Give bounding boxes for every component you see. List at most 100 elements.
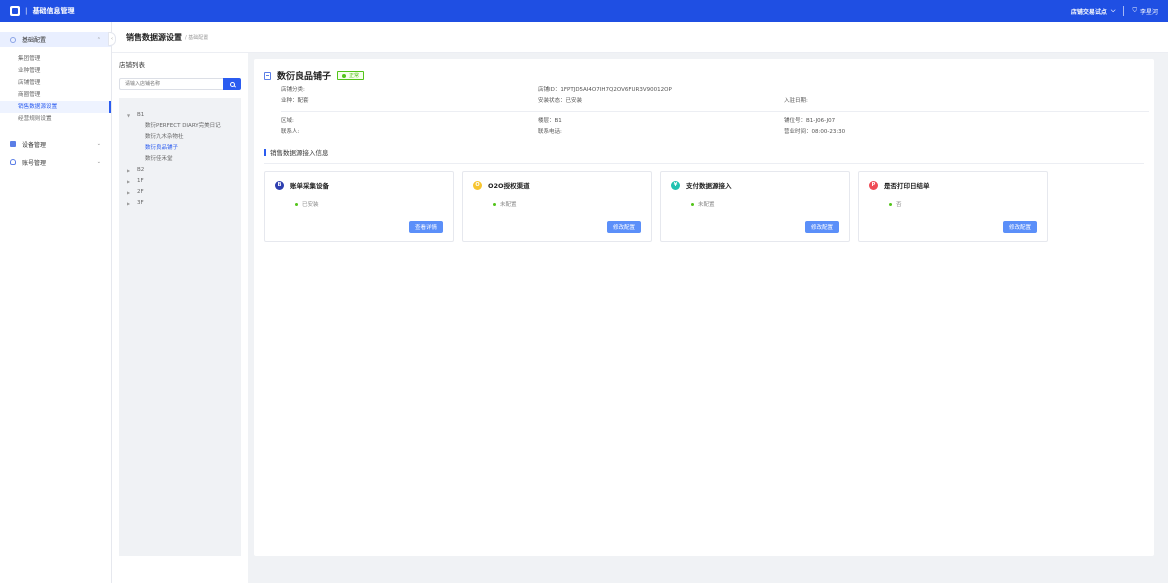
edit-config-button[interactable]: 修改配置 — [606, 221, 641, 233]
store-selector-label: 店铺交易试点 — [1070, 8, 1107, 16]
card-status: 已安装 — [295, 200, 443, 208]
brand: | 基础信息管理 — [10, 6, 75, 16]
store-detail-panel: 数衍良品铺子 正常 店铺分类: 店铺ID：1FPTJD5AI4O7IH7Q2OV… — [254, 59, 1154, 556]
sidebar-item-district-mgmt[interactable]: 商圈管理 — [0, 89, 111, 101]
card-title: 账单采集设备 — [290, 182, 329, 190]
topbar-divider — [1123, 6, 1125, 16]
entry-date: 入驻日期: — [784, 98, 808, 104]
app-title: 基础信息管理 — [32, 7, 75, 15]
sidebar-item-business-rules[interactable]: 经营规则设置 — [0, 113, 111, 125]
source-cards: B 账单采集设备 已安装 查看详情 O O2O授权渠道 未配置 修改配置 ¥ 支… — [264, 171, 1144, 242]
store-search-input[interactable] — [119, 78, 224, 90]
store-floor: 楼层：B1 — [538, 118, 562, 124]
card-payment-source: ¥ 支付数据源接入 未配置 修改配置 — [660, 171, 850, 242]
user-icon — [10, 159, 16, 165]
contact-person: 联系人: — [281, 129, 300, 135]
store-name: 数衍良品铺子 — [277, 72, 332, 82]
store-search-button[interactable] — [223, 78, 241, 90]
device-icon — [10, 141, 16, 147]
sidebar-item-business-type[interactable]: 业种管理 — [0, 65, 111, 77]
tree-node-2f[interactable]: ▶ 2F — [127, 187, 241, 198]
chevron-down-icon: ⌄ — [96, 141, 101, 147]
info-divider — [281, 111, 1149, 112]
business-type: 业种：配套 — [281, 98, 309, 104]
status-dot-icon — [342, 73, 347, 78]
caret-right-icon: ▶ — [127, 190, 131, 195]
info-row: 区域: 楼层：B1 铺位号：B1-J06-J07 — [264, 116, 1144, 127]
store-selector[interactable]: 店铺交易试点 ⌵ — [1071, 7, 1116, 16]
app-logo-icon — [10, 6, 20, 16]
status-dot-icon — [691, 202, 694, 206]
sidebar-item-group-mgmt[interactable]: 集团管理 — [0, 53, 111, 65]
store-list-title: 店铺列表 — [119, 61, 145, 69]
o2o-channel-icon: O — [473, 180, 482, 190]
search-icon — [229, 81, 235, 87]
gear-icon — [10, 36, 16, 43]
section-divider — [264, 163, 1144, 164]
status-dot-icon — [295, 202, 298, 206]
section-title: 销售数据源接入信息 — [264, 147, 1144, 157]
tree-node-b2[interactable]: ▶ B2 — [127, 165, 241, 176]
store-search — [119, 78, 241, 90]
tree-node-3f[interactable]: ▶ 3F — [127, 198, 241, 209]
caret-right-icon: ▶ — [127, 168, 131, 173]
store-icon — [264, 71, 271, 80]
invoice-device-icon: B — [275, 180, 284, 190]
chevron-up-icon: ⌃ — [96, 36, 101, 43]
sidebar-item-store-mgmt[interactable]: 店铺管理 — [0, 77, 111, 89]
user-menu[interactable]: ⛉ 李星河 — [1132, 7, 1158, 16]
status-badge: 正常 — [337, 71, 365, 80]
tree-leaf-store[interactable]: 数衍九木杂物社 — [127, 132, 241, 143]
shop-number: 铺位号：B1-J06-J07 — [784, 118, 836, 124]
sidebar-group-label: 设备管理 — [22, 141, 47, 149]
contact-phone: 联系电话: — [538, 129, 562, 135]
caret-down-icon: ▼ — [127, 113, 131, 118]
payment-source-icon: ¥ — [671, 180, 680, 190]
print-receipt-icon: P — [869, 180, 878, 190]
card-status: 未配置 — [493, 200, 641, 208]
chevron-down-icon: ⌵ — [1110, 7, 1116, 14]
sidebar-group-account-mgmt[interactable]: 账号管理 ⌄ — [0, 155, 111, 169]
edit-config-button[interactable]: 修改配置 — [804, 221, 839, 233]
topbar-right: 店铺交易试点 ⌵ ⛉ 李星河 — [1071, 6, 1158, 16]
store-area: 区域: — [281, 118, 294, 124]
card-title: 支付数据源接入 — [686, 182, 732, 190]
sidebar: 基础配置 ⌃ 集团管理 业种管理 店铺管理 商圈管理 销售数据源设置 经营规则设… — [0, 22, 112, 583]
business-hours: 营业时间：08:00-23:30 — [784, 129, 846, 135]
caret-right-icon: ▶ — [127, 179, 131, 184]
page-header: ‹ 销售数据源设置 / 基础配置 — [108, 22, 1168, 53]
chevron-down-icon: ⌄ — [96, 159, 101, 165]
info-row: 联系人: 联系电话: 营业时间：08:00-23:30 — [264, 127, 1144, 138]
tree-node-1f[interactable]: ▶ 1F — [127, 176, 241, 187]
store-list-panel: 店铺列表 ▼ B1 数衍PERFECT DIARY完美日记 数衍九木杂物社 数衍… — [112, 53, 248, 583]
sidebar-submenu: 集团管理 业种管理 店铺管理 商圈管理 销售数据源设置 经营规则设置 — [0, 53, 111, 125]
card-invoice-device: B 账单采集设备 已安装 查看详情 — [264, 171, 454, 242]
tree-leaf-store[interactable]: 数衍PERFECT DIARY完美日记 — [127, 121, 241, 132]
edit-config-button[interactable]: 修改配置 — [1002, 221, 1037, 233]
card-title: 是否打印日结单 — [884, 182, 930, 190]
store-header: 数衍良品铺子 正常 — [264, 69, 1144, 82]
info-row: 店铺分类: 店铺ID：1FPTJD5AI4O7IH7Q2OV6FUR3V9001… — [264, 85, 1144, 96]
status-dot-icon — [493, 202, 496, 206]
install-status: 安装状态：已安装 — [538, 98, 583, 104]
page-title: 销售数据源设置 — [126, 32, 182, 42]
status-dot-icon — [889, 202, 892, 206]
sidebar-collapse-toggle[interactable]: ‹ — [108, 32, 116, 46]
tree-node-b1[interactable]: ▼ B1 — [127, 110, 241, 121]
tree-leaf-store-active[interactable]: 数衍良品铺子 — [127, 143, 241, 154]
breadcrumb: / 基础配置 — [185, 34, 209, 41]
store-tree: ▼ B1 数衍PERFECT DIARY完美日记 数衍九木杂物社 数衍良品铺子 … — [119, 98, 241, 556]
card-title: O2O授权渠道 — [488, 182, 530, 190]
store-category: 店铺分类: — [281, 87, 305, 93]
tree-leaf-store[interactable]: 数衍佳禾堂 — [127, 154, 241, 165]
view-details-button[interactable]: 查看详情 — [408, 221, 443, 233]
card-status: 否 — [889, 200, 1037, 208]
sidebar-item-sales-source[interactable]: 销售数据源设置 — [0, 101, 111, 113]
sidebar-group-basic-config[interactable]: 基础配置 ⌃ — [0, 32, 111, 47]
sidebar-group-device-mgmt[interactable]: 设备管理 ⌄ — [0, 137, 111, 151]
user-name: 李星河 — [1139, 8, 1158, 16]
sidebar-group-label: 基础配置 — [22, 37, 47, 44]
info-row: 业种：配套 安装状态：已安装 入驻日期: — [264, 96, 1144, 107]
top-bar: | 基础信息管理 店铺交易试点 ⌵ ⛉ 李星河 — [0, 0, 1168, 22]
user-icon: ⛉ — [1132, 7, 1137, 14]
